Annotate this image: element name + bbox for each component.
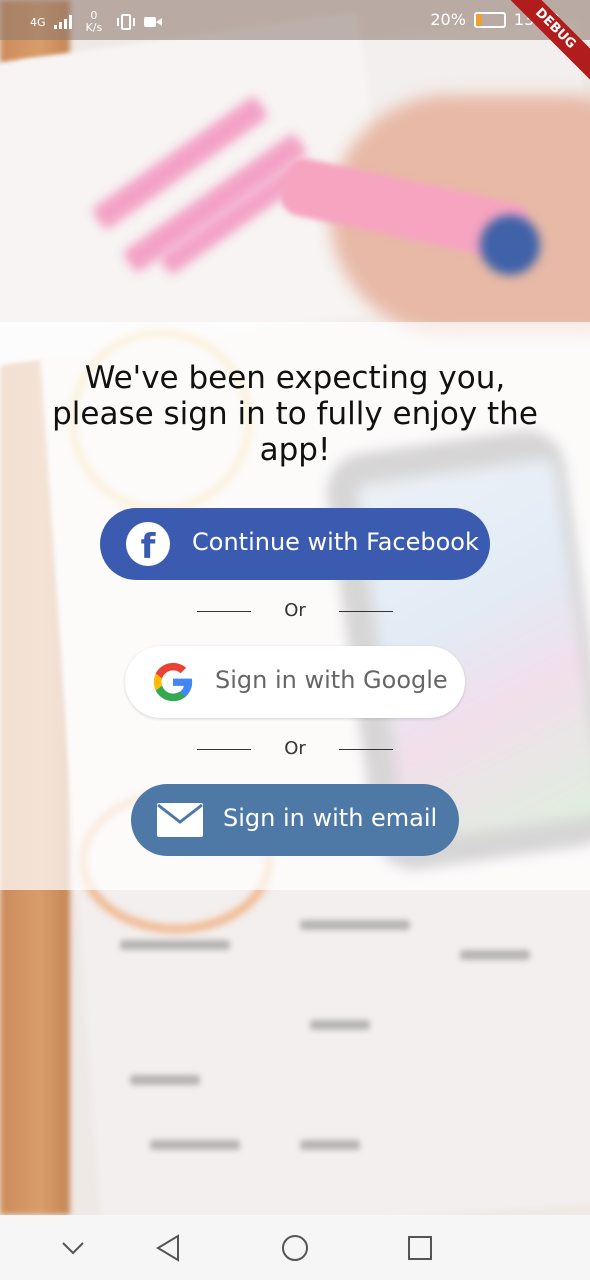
system-nav-bar bbox=[0, 1215, 590, 1280]
signal-icon bbox=[53, 15, 72, 29]
headline: We've been expecting you, please sign in… bbox=[52, 360, 538, 468]
battery-icon bbox=[473, 11, 506, 28]
google-button-label: Sign in with Google bbox=[215, 666, 448, 694]
home-circle-icon[interactable] bbox=[277, 1230, 313, 1266]
data-speed-unit: K/s bbox=[85, 21, 103, 34]
video-icon bbox=[144, 17, 163, 27]
divider-or-2: Or bbox=[195, 738, 395, 760]
google-button[interactable]: Sign in with Google bbox=[125, 646, 465, 718]
facebook-button[interactable]: f Continue with Facebook bbox=[100, 508, 490, 580]
network-label: 4G bbox=[30, 15, 46, 29]
battery-percent: 20% bbox=[430, 10, 466, 29]
back-triangle-icon[interactable] bbox=[150, 1230, 186, 1266]
status-left: 4G 0 K/s bbox=[30, 10, 163, 34]
email-button[interactable]: Sign in with email bbox=[131, 784, 459, 856]
email-button-label: Sign in with email bbox=[223, 804, 438, 832]
divider-or-1: Or bbox=[195, 600, 395, 622]
vibrate-icon bbox=[117, 14, 136, 30]
recents-square-icon[interactable] bbox=[402, 1230, 438, 1266]
status-bar: 4G 0 K/s 20% 13:12 DEBUG bbox=[0, 0, 590, 83]
facebook-button-label: Continue with Facebook bbox=[192, 528, 479, 556]
facebook-icon: f bbox=[126, 522, 170, 567]
chevron-down-icon[interactable] bbox=[55, 1230, 91, 1266]
mail-icon bbox=[157, 800, 203, 840]
google-icon bbox=[149, 658, 197, 706]
